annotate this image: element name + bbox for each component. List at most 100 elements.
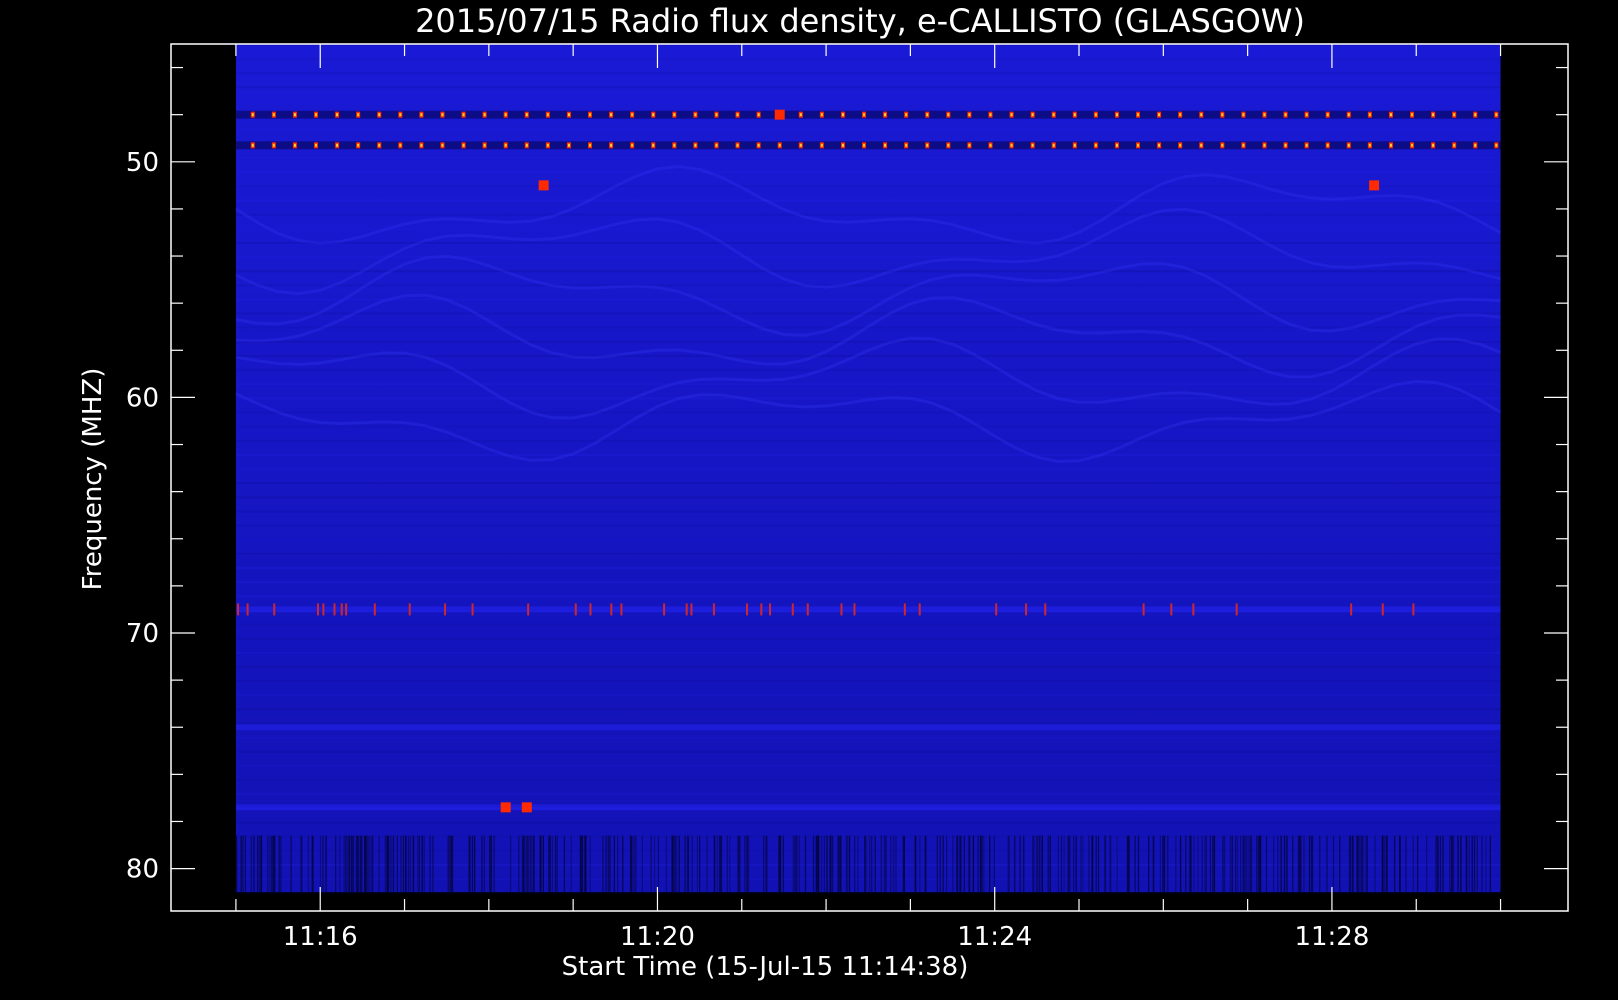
dark-streak <box>554 835 557 893</box>
dark-streak <box>942 835 944 893</box>
noise-band <box>235 298 1501 301</box>
interference-band <box>235 606 1501 613</box>
dark-streak <box>1280 835 1282 893</box>
interference-spike <box>237 603 240 616</box>
dark-streak <box>483 835 485 893</box>
interference-pulse-core <box>673 113 676 117</box>
dark-streak <box>903 835 905 893</box>
interference-pulse-core <box>1094 143 1097 147</box>
dark-streak <box>369 835 371 893</box>
dark-streak <box>826 835 828 893</box>
dark-streak <box>674 835 676 893</box>
dark-streak <box>1348 835 1351 893</box>
interference-spike <box>1381 603 1384 616</box>
dark-streak <box>684 835 686 893</box>
dark-streak <box>1180 835 1182 893</box>
dark-streak <box>817 835 819 893</box>
dark-streak <box>343 835 345 893</box>
dark-streak <box>1460 835 1462 893</box>
interference-pulse-core <box>905 113 908 117</box>
dark-streak <box>635 835 637 893</box>
interference-pulse-core <box>1284 113 1287 117</box>
dark-streak <box>602 835 604 893</box>
dark-streak <box>1356 835 1358 893</box>
dark-streak <box>871 835 873 893</box>
interference-spike <box>806 603 809 616</box>
interference-pulse-core <box>1052 143 1055 147</box>
interference-pulse-core <box>1221 143 1224 147</box>
interference-spike <box>246 603 249 616</box>
interference-pulse-core <box>947 113 950 117</box>
dark-streak <box>368 835 370 893</box>
interference-pulse-core <box>589 113 592 117</box>
dark-streak <box>782 835 784 893</box>
interference-pulse-core <box>1326 143 1329 147</box>
dark-streak <box>449 835 451 893</box>
dark-streak <box>528 835 530 893</box>
dark-streak <box>838 835 840 893</box>
dark-streak <box>936 835 938 893</box>
dark-streak <box>404 835 407 893</box>
dark-streak <box>885 835 887 893</box>
dark-streak <box>1265 835 1268 893</box>
dark-streak <box>1242 835 1244 893</box>
dark-streak <box>1105 835 1107 893</box>
interference-pulse-core <box>378 143 381 147</box>
dark-streak <box>366 835 368 893</box>
noise-band <box>235 623 1501 626</box>
dark-streak <box>1249 835 1251 893</box>
dark-streak <box>1224 835 1226 893</box>
dark-streak <box>387 835 389 893</box>
interference-pulse-core <box>315 143 318 147</box>
dark-streak <box>1292 835 1294 893</box>
interference-spike <box>444 603 447 616</box>
dark-streak <box>716 835 718 893</box>
dark-streak <box>706 835 708 893</box>
y-tick-label: 70 <box>126 619 159 649</box>
dark-streak <box>359 835 362 893</box>
dark-streak <box>344 835 346 893</box>
noise-band <box>235 468 1501 471</box>
interference-pulse-core <box>926 113 929 117</box>
dark-streak <box>556 835 558 893</box>
dark-streak <box>993 835 995 893</box>
dark-streak <box>1023 835 1025 893</box>
interference-pulse-core <box>1010 143 1013 147</box>
dark-streak <box>240 835 242 893</box>
dark-streak <box>744 835 746 893</box>
dark-streak <box>1097 835 1100 893</box>
dark-streak <box>629 835 632 893</box>
interference-spike <box>1142 603 1145 616</box>
dark-streak <box>311 835 313 893</box>
interference-spike <box>620 603 623 616</box>
dark-streak <box>1332 835 1335 893</box>
interference-pulse-core <box>483 113 486 117</box>
dark-streak <box>361 835 363 893</box>
interference-pulse-core <box>1347 113 1350 117</box>
dark-streak <box>1394 835 1396 893</box>
dark-streak <box>605 835 607 893</box>
interference-pulse-core <box>610 143 613 147</box>
dark-streak <box>654 835 656 893</box>
dark-streak <box>1383 835 1386 893</box>
dark-streak <box>622 835 624 893</box>
dark-streak <box>924 835 926 893</box>
dark-streak <box>1032 835 1034 893</box>
dark-streak <box>676 835 678 893</box>
dark-streak <box>1109 835 1111 893</box>
noise-band <box>235 750 1501 753</box>
dark-streak <box>335 835 337 893</box>
dark-streak <box>351 835 353 893</box>
dark-streak <box>1297 835 1299 893</box>
interference-pulse-core <box>546 143 549 147</box>
dark-streak <box>617 835 619 893</box>
dark-streak <box>1247 835 1249 893</box>
dark-streak <box>691 835 693 893</box>
interference-band <box>235 804 1501 811</box>
interference-spike <box>574 603 577 616</box>
dark-streak <box>631 835 633 893</box>
dark-streak <box>1237 835 1239 893</box>
interference-pulse-core <box>1389 143 1392 147</box>
interference-spike <box>769 603 772 616</box>
dark-streak <box>748 835 750 893</box>
